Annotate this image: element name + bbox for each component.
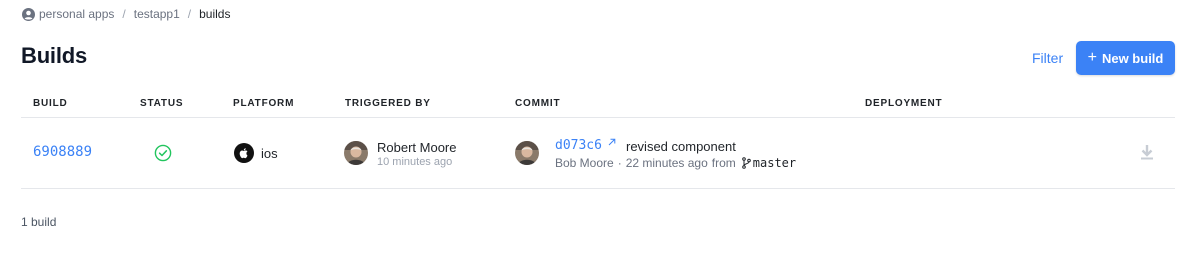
breadcrumb-link-personal-apps[interactable]: personal apps [39,7,114,21]
filter-button[interactable]: Filter [1032,50,1063,66]
account-circle-icon [22,7,35,21]
avatar [344,141,368,165]
new-build-button[interactable]: + New build [1076,41,1175,75]
breadcrumb-current: builds [199,7,231,21]
breadcrumb: personal apps / testapp1 / builds [22,6,230,22]
breadcrumb-separator: / [122,7,126,21]
triggered-by-time: 10 minutes ago [377,156,453,168]
check-circle-icon [154,144,172,162]
commit-message: revised component [626,139,736,154]
commit-author: Bob Moore [555,156,614,170]
column-header-deployment: DEPLOYMENT [865,98,943,109]
column-header-triggered-by: TRIGGERED BY [345,98,431,109]
table-row[interactable]: 6908889 ios Robert Moore 10 minutes ago [21,119,1175,189]
meta-separator: · [617,156,622,170]
platform-label: ios [261,146,278,161]
git-branch-icon [741,157,751,169]
commit-time: 22 minutes ago [625,156,708,170]
avatar [515,141,539,165]
column-header-status: STATUS [140,98,184,109]
download-icon [1139,143,1155,164]
build-count: 1 build [21,215,57,229]
branch-name: master [752,156,797,170]
triggered-by-name: Robert Moore [377,140,457,155]
new-build-label: New build [1101,50,1164,66]
breadcrumb-separator: / [187,7,192,21]
page-title: Builds [21,43,88,68]
commit-meta: Bob Moore · 22 minutes ago from master [555,156,796,170]
breadcrumb-link-app[interactable]: testapp1 [134,7,180,21]
build-id-link[interactable]: 6908889 [33,144,92,160]
column-header-platform: PLATFORM [233,98,295,109]
apple-icon [234,143,254,163]
column-header-commit: COMMIT [515,98,561,109]
table-header: BUILD STATUS PLATFORM TRIGGERED BY COMMI… [21,96,1175,118]
download-button[interactable] [1135,141,1159,165]
plus-icon: + [1087,49,1097,66]
commit-from-label: from [711,156,736,170]
external-link-icon[interactable] [607,134,616,146]
commit-hash-link[interactable]: d073c6 [555,138,602,153]
column-header-build: BUILD [33,98,68,109]
